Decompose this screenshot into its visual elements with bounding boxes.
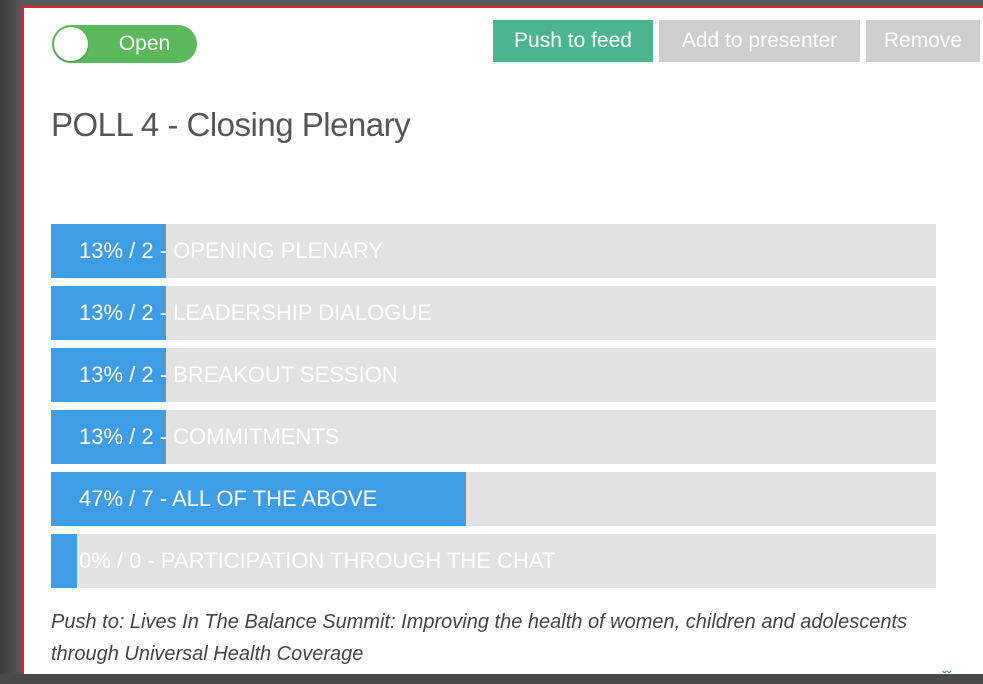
poll-option: 13% / 2 - LEADERSHIP DIALOGUE [51,286,936,340]
poll-options-list: 13% / 2 - OPENING PLENARY 13% / 2 - LEAD… [51,224,936,596]
poll-title: POLL 4 - Closing Plenary [51,106,411,143]
poll-option: 13% / 2 - OPENING PLENARY [51,224,936,278]
double-chevron-down-icon[interactable]: ˇˇ [942,668,951,684]
poll-option-label: 0% / 0 - PARTICIPATION THROUGH THE CHAT [79,548,556,573]
poll-option-label: 13% / 2 - LEADERSHIP DIALOGUE [79,300,432,325]
poll-option: 13% / 2 - BREAKOUT SESSION [51,348,936,402]
poll-option-label: 13% / 2 - COMMITMENTS [79,424,340,449]
poll-option-label: 13% / 2 - BREAKOUT SESSION [79,362,398,387]
push-to-event-text: Push to: Lives In The Balance Summit: Im… [51,611,908,665]
poll-option-label: 13% / 2 - OPENING PLENARY [79,238,384,263]
add-to-presenter-button[interactable]: Add to presenter [659,20,860,62]
background-shadow [0,0,22,674]
poll-option: 0% / 0 - PARTICIPATION THROUGH THE CHAT [51,534,936,588]
toggle-label: Open [118,32,171,55]
poll-option-bar [51,534,77,588]
poll-option: 13% / 2 - COMMITMENTS [51,410,936,464]
remove-button[interactable]: Remove [866,20,980,62]
poll-card: Open Push to feed Add to presenter Remov… [22,6,983,684]
push-to-feed-button[interactable]: Push to feed [493,20,653,62]
toggle-knob[interactable] [54,27,88,61]
poll-open-toggle[interactable]: Open [52,25,197,63]
poll-option: 47% / 7 - ALL OF THE ABOVE [51,472,936,526]
poll-option-label: 47% / 7 - ALL OF THE ABOVE [79,486,378,511]
